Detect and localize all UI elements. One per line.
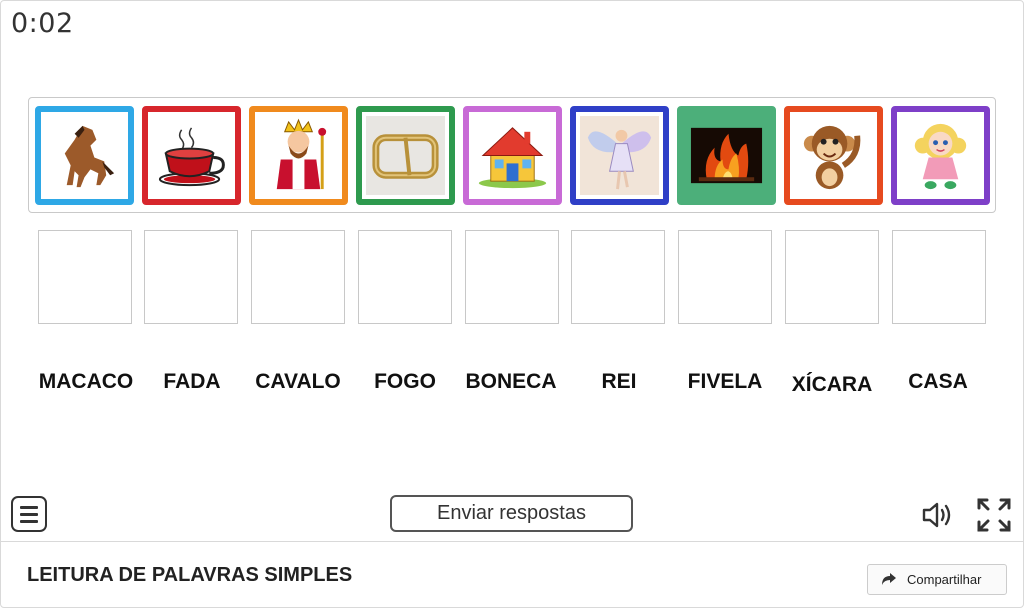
- drop-slot-4[interactable]: [358, 230, 452, 324]
- submit-answers-button[interactable]: Enviar respostas: [390, 495, 633, 532]
- word-label: FIVELA: [687, 370, 763, 393]
- drop-slot-7[interactable]: [678, 230, 772, 324]
- card-buckle[interactable]: [356, 106, 455, 205]
- house-picture: [478, 127, 547, 189]
- word-label: CASA: [908, 370, 968, 393]
- drop-slot-8[interactable]: [785, 230, 879, 324]
- drop-slot-3[interactable]: [251, 230, 345, 324]
- speaker-icon: [922, 502, 951, 528]
- picture-tray: [28, 97, 996, 213]
- word-label: BONECA: [465, 370, 557, 393]
- card-fire[interactable]: [677, 106, 776, 205]
- footer-bar: LEITURA DE PALAVRAS SIMPLES Compartilhar: [1, 541, 1023, 608]
- fullscreen-icon: [977, 498, 1011, 532]
- drop-slot-5[interactable]: [465, 230, 559, 324]
- drop-slot-6[interactable]: [571, 230, 665, 324]
- share-arrow-icon: [882, 573, 896, 585]
- drop-slot-9[interactable]: [892, 230, 986, 324]
- horse-picture: [64, 125, 115, 188]
- card-cup[interactable]: [142, 106, 241, 205]
- word-label: REI: [601, 370, 637, 393]
- share-label: Compartilhar: [907, 572, 982, 587]
- word-label: FOGO: [374, 370, 436, 393]
- word-label: CAVALO: [255, 370, 341, 393]
- fire-picture: [690, 127, 763, 184]
- drop-slot-2[interactable]: [144, 230, 238, 324]
- word-label: XÍCARA: [791, 373, 873, 396]
- card-house[interactable]: [463, 106, 562, 205]
- menu-button[interactable]: [11, 496, 47, 532]
- fairy-picture: [587, 129, 652, 190]
- card-horse[interactable]: [35, 106, 134, 205]
- activity-title: LEITURA DE PALAVRAS SIMPLES: [27, 564, 353, 586]
- card-fairy[interactable]: [570, 106, 669, 205]
- sound-button[interactable]: [920, 497, 956, 533]
- word-label: MACACO: [38, 370, 134, 393]
- word-label: FADA: [163, 370, 221, 393]
- timer: 0:02: [11, 8, 74, 39]
- card-doll[interactable]: [891, 106, 990, 205]
- fullscreen-button[interactable]: [976, 497, 1012, 533]
- king-picture: [276, 118, 327, 190]
- buckle-picture: [372, 134, 439, 179]
- doll-picture: [914, 123, 967, 190]
- card-monkey[interactable]: [784, 106, 883, 205]
- share-button[interactable]: Compartilhar: [867, 564, 1007, 595]
- cup-picture: [158, 127, 225, 187]
- monkey-picture: [803, 125, 861, 190]
- card-king[interactable]: [249, 106, 348, 205]
- drop-slot-1[interactable]: [38, 230, 132, 324]
